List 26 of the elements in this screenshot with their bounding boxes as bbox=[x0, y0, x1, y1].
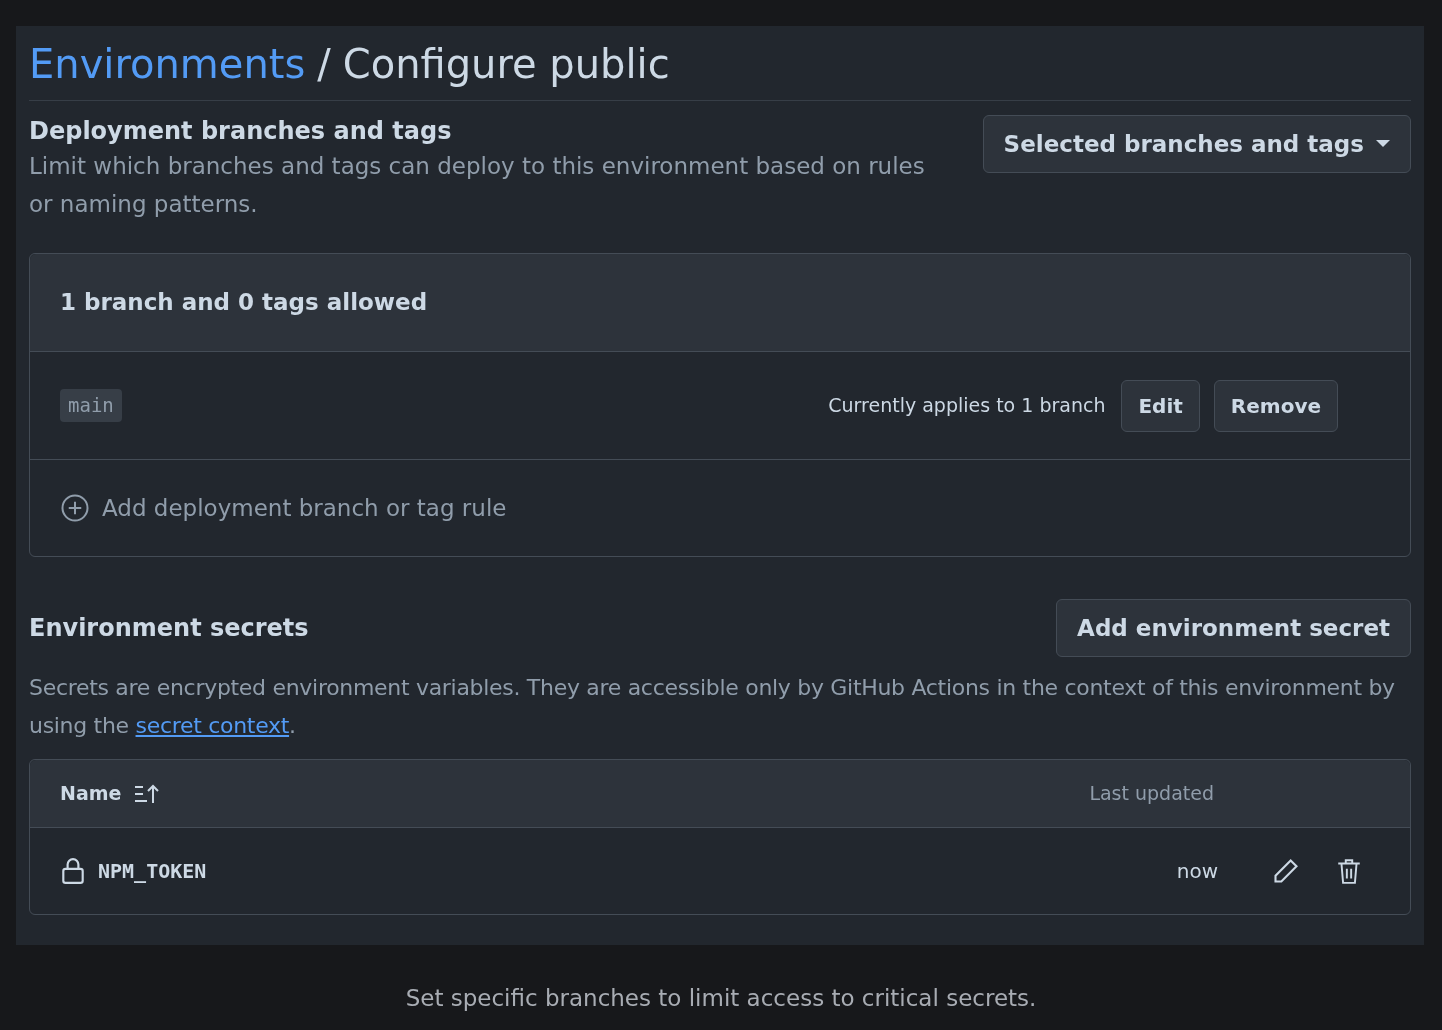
rule-action-button[interactable]: Edit bbox=[1121, 379, 1200, 432]
branch-policy-dropdown[interactable]: Selected branches and tags bbox=[982, 115, 1411, 173]
figure-caption: Set specific branches to limit access to critical secrets. bbox=[404, 984, 1038, 1013]
trash-icon[interactable] bbox=[1336, 857, 1362, 885]
column-header: Name bbox=[60, 781, 122, 807]
rule-action-button[interactable]: Remove bbox=[1213, 379, 1338, 432]
secret-updated: now bbox=[1176, 858, 1218, 885]
add-rule-button[interactable]: Add deployment branch or tag rule bbox=[30, 460, 1410, 556]
caret-icon bbox=[1376, 140, 1390, 148]
rules-header: 1 branch and 0 tags allowed bbox=[30, 254, 1410, 352]
column-header: Last updated bbox=[1089, 781, 1214, 807]
section-title: Environment secrets bbox=[29, 613, 309, 644]
breadcrumb-link[interactable]: Environments bbox=[29, 36, 306, 92]
page-title: Configure public bbox=[342, 40, 670, 89]
plus-circle-icon bbox=[60, 493, 90, 523]
section-description: Limit which branches and tags can deploy to this environment based on rules or naming patterns. bbox=[29, 152, 926, 219]
lock-icon bbox=[60, 857, 86, 885]
secrets-description: Secrets are encrypted environment variables. They are accessible only by GitHub Actions in the context of this environment by using the secret context. bbox=[29, 674, 1396, 740]
rule-applies-text: Currently applies to 1 branch bbox=[828, 393, 1106, 419]
secret-context-link[interactable]: secret context bbox=[135, 713, 290, 738]
pencil-icon[interactable] bbox=[1272, 857, 1300, 885]
breadcrumb-separator: / bbox=[317, 40, 331, 89]
secret-name: NPM_TOKEN bbox=[98, 858, 207, 885]
add-secret-button[interactable]: Add environment secret bbox=[1056, 599, 1411, 657]
branch-pattern: main bbox=[60, 389, 122, 422]
section-title: Deployment branches and tags bbox=[29, 116, 453, 147]
